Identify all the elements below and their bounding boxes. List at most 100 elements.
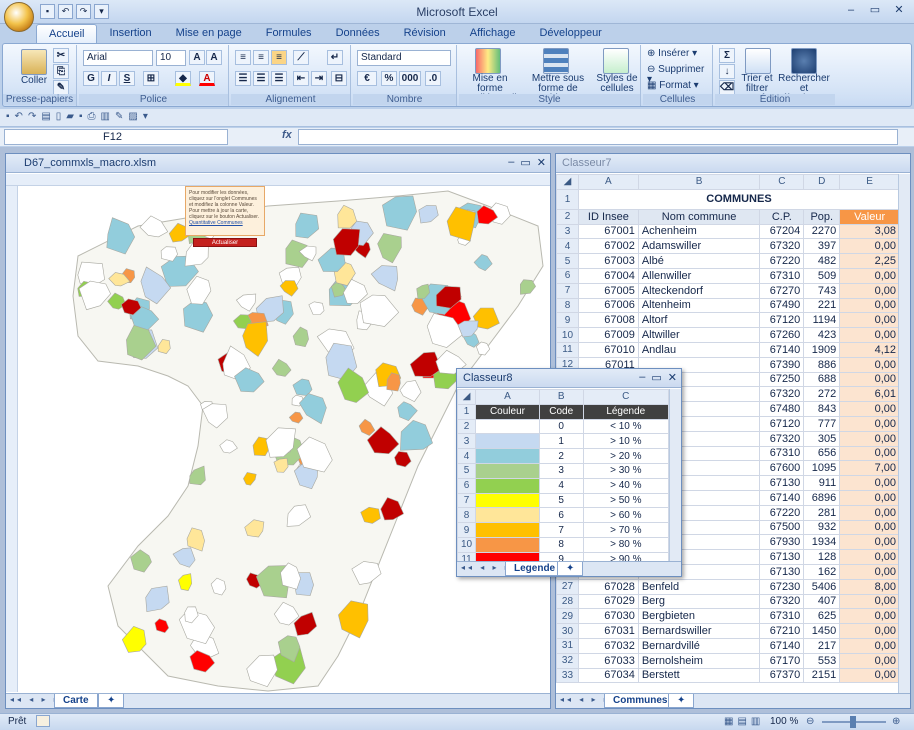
font-size-select[interactable]: 10 (156, 50, 186, 66)
cell-value[interactable]: 0,00 (839, 415, 898, 432)
print-preview-icon[interactable]: ▤ (41, 111, 50, 122)
cell-value[interactable]: 0,00 (839, 312, 898, 329)
tab-accueil[interactable]: Accueil (36, 24, 98, 44)
legend-scrollbar[interactable] (669, 389, 681, 561)
cell-value[interactable]: 0,00 (839, 652, 898, 669)
cell-pop[interactable]: 625 (803, 608, 841, 625)
cell-pop[interactable]: 656 (803, 445, 841, 462)
tab-revision[interactable]: Révision (392, 24, 458, 44)
cell-pop[interactable]: 397 (803, 238, 841, 255)
cell-pop[interactable]: 217 (803, 637, 841, 654)
cell-pop[interactable]: 777 (803, 415, 841, 432)
macro-record-icon[interactable] (36, 715, 50, 727)
row-head[interactable]: 1 (457, 403, 477, 420)
cell-id[interactable]: 67010 (577, 341, 639, 358)
cell-value[interactable]: 0,00 (839, 445, 898, 462)
cell-value[interactable]: 0,00 (839, 593, 898, 610)
cell-name[interactable]: Altenheim (637, 297, 761, 314)
tab-formules[interactable]: Formules (254, 24, 324, 44)
cell-pop[interactable]: 2151 (803, 667, 841, 684)
paste-button[interactable]: Coller (15, 76, 53, 86)
row-head[interactable]: 32 (556, 652, 579, 669)
cell-cp[interactable]: 67320 (759, 238, 805, 255)
row-head[interactable]: 4 (556, 238, 579, 255)
cell-pop[interactable]: 407 (803, 593, 841, 610)
cell-id[interactable]: 67028 (577, 578, 639, 595)
row-head[interactable]: 2 (556, 208, 579, 225)
select-all-corner[interactable]: ◢ (457, 389, 477, 405)
row-head[interactable]: 9 (457, 522, 477, 538)
cell-cp[interactable]: 67490 (759, 297, 805, 314)
col-head[interactable]: E (839, 174, 898, 190)
cell-name[interactable]: Bernardvillé (637, 637, 761, 654)
align-center-icon[interactable]: ☰ (253, 71, 269, 86)
row-head[interactable]: 33 (556, 667, 579, 684)
cell-cp[interactable]: 67270 (759, 282, 805, 299)
cell-name[interactable]: Berg (637, 593, 761, 610)
autosum-icon[interactable]: Σ (719, 48, 735, 63)
legend-label[interactable]: > 60 % (582, 507, 669, 524)
row-head[interactable]: 31 (556, 637, 579, 654)
cell-value[interactable]: 0,00 (839, 534, 898, 551)
zoom-level[interactable]: 100 % (770, 716, 798, 727)
cell-name[interactable]: Achenheim (637, 223, 761, 240)
cell-cp[interactable]: 67310 (759, 445, 805, 462)
cell-id[interactable]: 67033 (577, 652, 639, 669)
cell-pop[interactable]: 886 (803, 356, 841, 373)
save2-icon[interactable]: ▪ (79, 111, 83, 122)
legend-label[interactable]: > 90 % (582, 551, 669, 561)
header-name[interactable]: Nom commune (637, 208, 761, 225)
align-middle-icon[interactable]: ≡ (253, 50, 269, 65)
legend-header-label[interactable]: Légende (582, 403, 669, 420)
underline-button[interactable]: S (119, 71, 135, 86)
cell-pop[interactable]: 743 (803, 282, 841, 299)
image-icon[interactable]: ▨ (128, 111, 137, 122)
row-head[interactable]: 28 (556, 593, 579, 610)
col-head[interactable]: A (577, 174, 639, 190)
cell-cp[interactable]: 67120 (759, 312, 805, 329)
cell-value[interactable]: 0,00 (839, 563, 898, 580)
cell-name[interactable]: Andlau (637, 341, 761, 358)
merge-icon[interactable]: ⊟ (331, 71, 347, 86)
bold-button[interactable]: G (83, 71, 99, 86)
paste-icon[interactable] (21, 49, 47, 75)
cell-cp[interactable]: 67130 (759, 549, 805, 565)
increase-decimal-icon[interactable]: .0 (425, 71, 441, 86)
cell-cp[interactable]: 67600 (759, 460, 805, 477)
cell-cp[interactable]: 67140 (759, 489, 805, 506)
cell-name[interactable]: Bernolsheim (637, 652, 761, 669)
cell-pop[interactable]: 128 (803, 549, 841, 565)
italic-button[interactable]: I (101, 71, 117, 86)
cell-cp[interactable]: 67210 (759, 623, 805, 639)
cell-pop[interactable]: 305 (803, 430, 841, 447)
legend-code[interactable]: 2 (538, 448, 584, 464)
cell-cp[interactable]: 67930 (759, 534, 805, 551)
legend-swatch[interactable] (475, 462, 540, 479)
decrease-indent-icon[interactable]: ⇤ (293, 71, 309, 86)
legend-code[interactable]: 8 (538, 536, 584, 553)
currency-icon[interactable]: € (357, 71, 377, 86)
row-head[interactable]: 30 (556, 623, 579, 639)
legend-swatch[interactable] (475, 433, 540, 450)
new-sheet-icon[interactable]: ✦ (557, 562, 584, 576)
cell-pop[interactable]: 843 (803, 401, 841, 417)
cell-styles-icon[interactable] (603, 48, 629, 74)
tab-insertion[interactable]: Insertion (97, 24, 163, 44)
row-head[interactable]: 5 (457, 462, 477, 479)
maximize-icon[interactable]: ▭ (651, 371, 661, 384)
new-sheet-icon[interactable]: ✦ (98, 694, 125, 708)
zoom-in-icon[interactable]: ⊕ (892, 716, 900, 727)
cell-name[interactable]: Alteckendorf (637, 282, 761, 299)
cell-cp[interactable]: 67130 (759, 563, 805, 580)
office-button[interactable] (4, 2, 34, 32)
row-head[interactable]: 7 (556, 282, 579, 299)
cell-name[interactable]: Berstett (637, 667, 761, 684)
col-head[interactable]: A (475, 389, 540, 405)
info-link[interactable]: Quantitative Communes (189, 220, 243, 226)
cell-cp[interactable]: 67310 (759, 608, 805, 625)
cell-pop[interactable]: 1095 (803, 460, 841, 477)
cell-value[interactable]: 0,00 (839, 238, 898, 255)
tab-mise-en-page[interactable]: Mise en page (164, 24, 254, 44)
cell-value[interactable]: 0,00 (839, 667, 898, 684)
cell-id[interactable]: 67002 (577, 238, 639, 255)
